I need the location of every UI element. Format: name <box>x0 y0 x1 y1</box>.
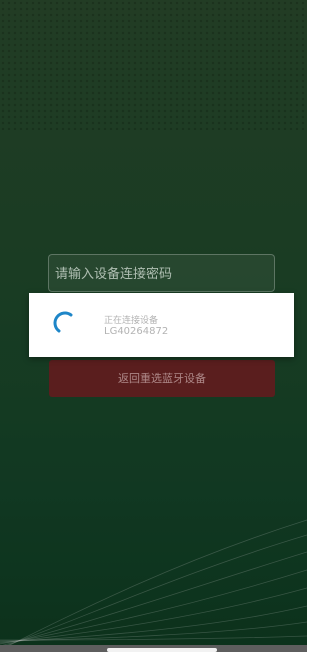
back-to-bluetooth-select-button[interactable]: 返回重选蓝牙设备 <box>49 360 275 397</box>
connect-screen: 返回重选蓝牙设备 正在连接设备 LG40264872 <box>0 0 307 652</box>
connecting-status-text: 正在连接设备 <box>104 316 159 326</box>
connecting-dialog: 正在连接设备 LG40264872 <box>29 293 294 357</box>
device-id-text: LG40264872 <box>104 326 169 337</box>
home-indicator[interactable] <box>107 648 217 652</box>
password-input[interactable] <box>48 254 275 292</box>
loading-spinner-icon <box>53 311 73 333</box>
